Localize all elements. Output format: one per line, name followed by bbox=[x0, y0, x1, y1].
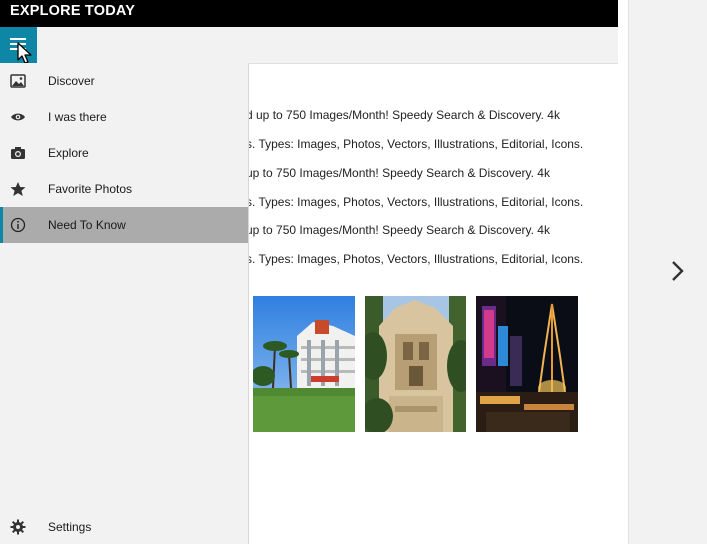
image-icon bbox=[10, 74, 26, 88]
app-title: EXPLORE TODAY bbox=[10, 3, 136, 19]
camera-icon bbox=[11, 147, 25, 159]
cathedral-photo[interactable] bbox=[365, 296, 466, 432]
nav-item-explore[interactable]: Explore bbox=[0, 135, 248, 171]
navigation-pane: Discover I was there Explore Favorite Ph… bbox=[0, 63, 248, 544]
hotel-photo[interactable] bbox=[253, 296, 355, 432]
eye-icon bbox=[11, 113, 25, 121]
content-text-line: up to 750 Images/Month! Speedy Search & … bbox=[248, 166, 550, 180]
nav-item-settings[interactable]: Settings bbox=[0, 510, 248, 544]
title-bar: EXPLORE TODAY bbox=[0, 0, 618, 27]
content-card: d up to 750 Images/Month! Speedy Search … bbox=[248, 63, 618, 544]
content-text-line: d up to 750 Images/Month! Speedy Search … bbox=[248, 108, 560, 122]
settings-label: Settings bbox=[48, 520, 92, 534]
nav-item-i-was-there[interactable]: I was there bbox=[0, 99, 248, 135]
gear-icon bbox=[10, 519, 26, 535]
content-text-line: up to 750 Images/Month! Speedy Search & … bbox=[248, 223, 550, 237]
nav-item-need-to-know[interactable]: Need To Know bbox=[0, 207, 248, 243]
info-icon bbox=[10, 217, 26, 233]
nav-item-label: Favorite Photos bbox=[48, 182, 133, 196]
nav-item-label: Need To Know bbox=[48, 218, 126, 232]
content-text-line: s. Types: Images, Photos, Vectors, Illus… bbox=[248, 137, 584, 151]
right-pane bbox=[618, 0, 707, 544]
mouse-cursor-icon bbox=[17, 42, 32, 64]
nav-item-label: I was there bbox=[48, 110, 107, 124]
chevron-right-icon[interactable] bbox=[666, 258, 690, 284]
star-icon bbox=[10, 182, 26, 196]
nav-item-label: Discover bbox=[48, 74, 95, 88]
las-vegas-photo[interactable] bbox=[476, 296, 578, 432]
content-text-line: s. Types: Images, Photos, Vectors, Illus… bbox=[248, 195, 584, 209]
nav-item-label: Explore bbox=[48, 146, 89, 160]
pane-divider bbox=[628, 0, 629, 544]
nav-item-favorite-photos[interactable]: Favorite Photos bbox=[0, 171, 248, 207]
nav-item-discover[interactable]: Discover bbox=[0, 63, 248, 99]
content-text-line: s. Types: Images, Photos, Vectors, Illus… bbox=[248, 252, 584, 266]
